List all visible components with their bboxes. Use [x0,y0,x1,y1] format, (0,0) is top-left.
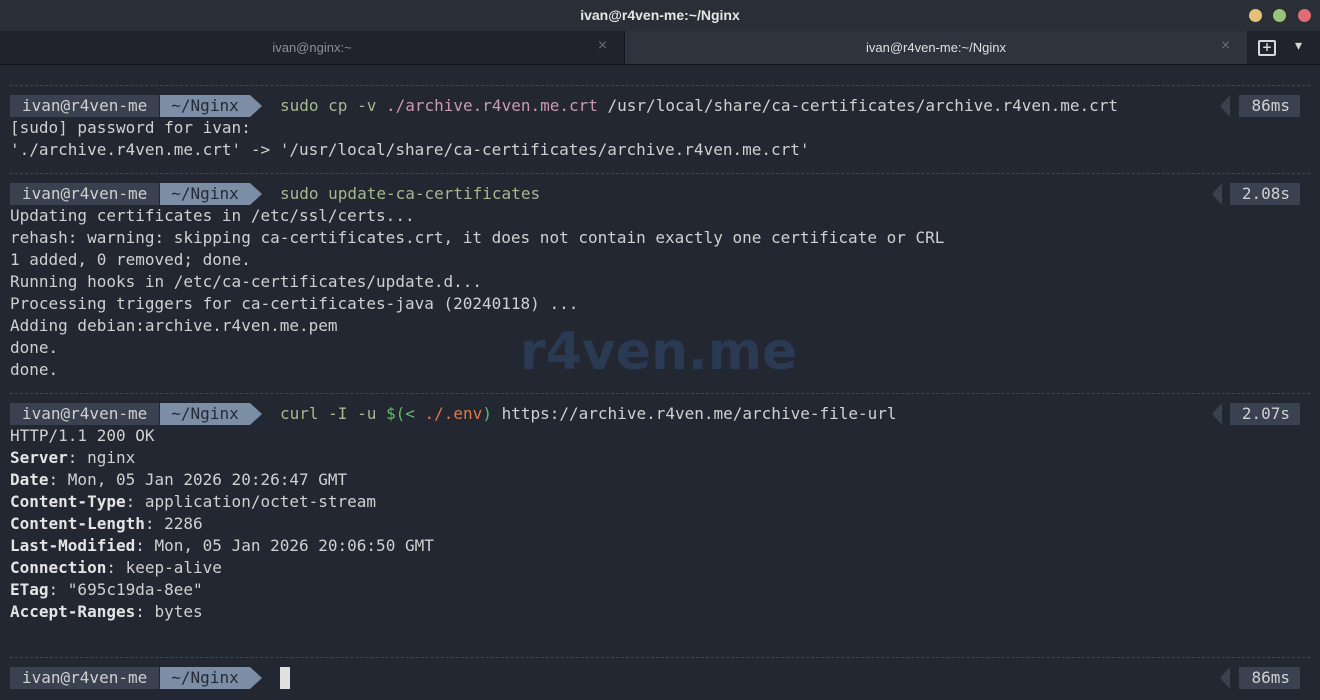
prompt-dir: ~/Nginx [160,95,250,117]
output-line: Adding debian:archive.r4ven.me.pem [10,316,338,335]
exec-time: 2.07s [1229,403,1300,425]
tab-label: ivan@r4ven-me:~/Nginx [865,40,1006,55]
terminal-view[interactable]: r4ven.me ivan@r4ven-me ~/Nginx sudo cp -… [0,65,1320,700]
prompt-arrow [250,183,262,205]
output-line: Processing triggers for ca-certificates-… [10,294,579,313]
tab-label: ivan@nginx:~ [272,40,352,55]
output-line: 1 added, 0 removed; done. [10,250,251,269]
http-header-line: Content-Type: application/octet-stream [10,492,377,511]
close-window-button[interactable] [1298,9,1311,22]
watermark-text: r4ven.me [520,322,798,382]
tab-r4ven-me-nginx[interactable]: ivan@r4ven-me:~/Nginx × [625,31,1247,64]
text-cursor[interactable] [280,667,290,689]
http-status-line: HTTP/1.1 200 OK [10,426,155,445]
prompt-dir: ~/Nginx [160,183,250,205]
exec-time: 86ms [1239,667,1300,689]
separator [10,173,1310,174]
prompt-dir: ~/Nginx [160,403,250,425]
http-header-line: ETag: "695c19da-8ee" [10,580,203,599]
prompt-user: ivan@r4ven-me [10,667,160,689]
command-line: sudo cp -v ./archive.r4ven.me.crt /usr/l… [280,96,1119,115]
http-header-line: Last-Modified: Mon, 05 Jan 2026 20:06:50… [10,536,434,555]
http-header-line: Content-Length: 2286 [10,514,203,533]
tab-close-button[interactable]: × [597,38,608,53]
output-line: './archive.r4ven.me.crt' -> '/usr/local/… [10,140,810,159]
http-header-line: Server: nginx [10,448,136,467]
command-line: sudo update-ca-certificates [280,184,541,203]
output-line: Updating certificates in /etc/ssl/certs.… [10,206,415,225]
exec-time: 2.08s [1229,183,1300,205]
separator [10,85,1310,86]
command-line: curl -I -u $(< ./.env) https://archive.r… [280,404,897,423]
separator [10,657,1310,658]
prompt-user: ivan@r4ven-me [10,403,160,425]
exec-time: 86ms [1239,95,1300,117]
time-arrow [1220,667,1230,689]
new-tab-icon[interactable]: + [1258,40,1276,56]
separator [10,393,1310,394]
http-header-line: Connection: keep-alive [10,558,222,577]
maximize-button[interactable] [1273,9,1286,22]
prompt-user: ivan@r4ven-me [10,95,160,117]
prompt-dir: ~/Nginx [160,667,250,689]
window-title: ivan@r4ven-me:~/Nginx [580,7,740,23]
tab-close-button[interactable]: × [1220,38,1231,53]
tab-nginx[interactable]: ivan@nginx:~ × [0,31,624,64]
tab-bar: ivan@nginx:~ × ivan@r4ven-me:~/Nginx × [0,31,1320,65]
prompt-arrow [250,403,262,425]
output-line: rehash: warning: skipping ca-certificate… [10,228,945,247]
prompt-user: ivan@r4ven-me [10,183,160,205]
http-header-line: Accept-Ranges: bytes [10,602,203,621]
output-line: done. [10,338,59,357]
title-bar: ivan@r4ven-me:~/Nginx [0,0,1320,31]
time-arrow [1212,403,1222,425]
prompt-arrow [250,667,262,689]
chevron-down-icon[interactable]: ▾ [1295,38,1302,54]
time-arrow [1212,183,1222,205]
output-line: done. [10,360,59,379]
prompt-arrow [250,95,262,117]
output-line: Running hooks in /etc/ca-certificates/up… [10,272,483,291]
minimize-button[interactable] [1249,9,1262,22]
http-header-line: Date: Mon, 05 Jan 2026 20:26:47 GMT [10,470,348,489]
time-arrow [1220,95,1230,117]
output-line: [sudo] password for ivan: [10,118,251,137]
